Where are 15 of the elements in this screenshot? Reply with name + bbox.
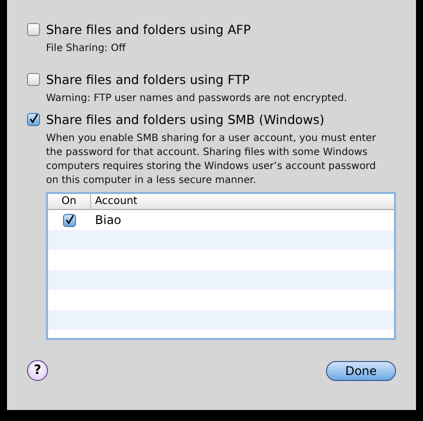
checkbox[interactable] xyxy=(62,214,76,226)
help-button[interactable]: ? xyxy=(27,360,48,381)
account-name: Biao xyxy=(94,213,122,227)
checkbox-label[interactable]: Share files and folders using FTP xyxy=(46,72,250,86)
done-button[interactable]: Done xyxy=(326,360,396,380)
option-note: File Sharing: Off xyxy=(45,42,127,56)
checkbox-label[interactable]: Share files and folders using AFP xyxy=(46,22,251,36)
option-note: When you enable SMB sharing for a user account, you must enter the password for that account. Sharing files with some Windows computers requires storing the Windows user’s account password on this computer in a less secure manner. xyxy=(45,132,378,188)
checkbox[interactable] xyxy=(27,112,40,126)
column-header[interactable]: Account xyxy=(90,194,138,209)
checkbox-label[interactable]: Share files and folders using SMB (Windows) xyxy=(46,112,324,126)
checkbox[interactable] xyxy=(27,22,40,36)
checkbox[interactable] xyxy=(27,72,40,86)
option-note: Warning: FTP user names and passwords are not encrypted. xyxy=(45,92,348,106)
column-header[interactable]: On xyxy=(48,194,90,209)
